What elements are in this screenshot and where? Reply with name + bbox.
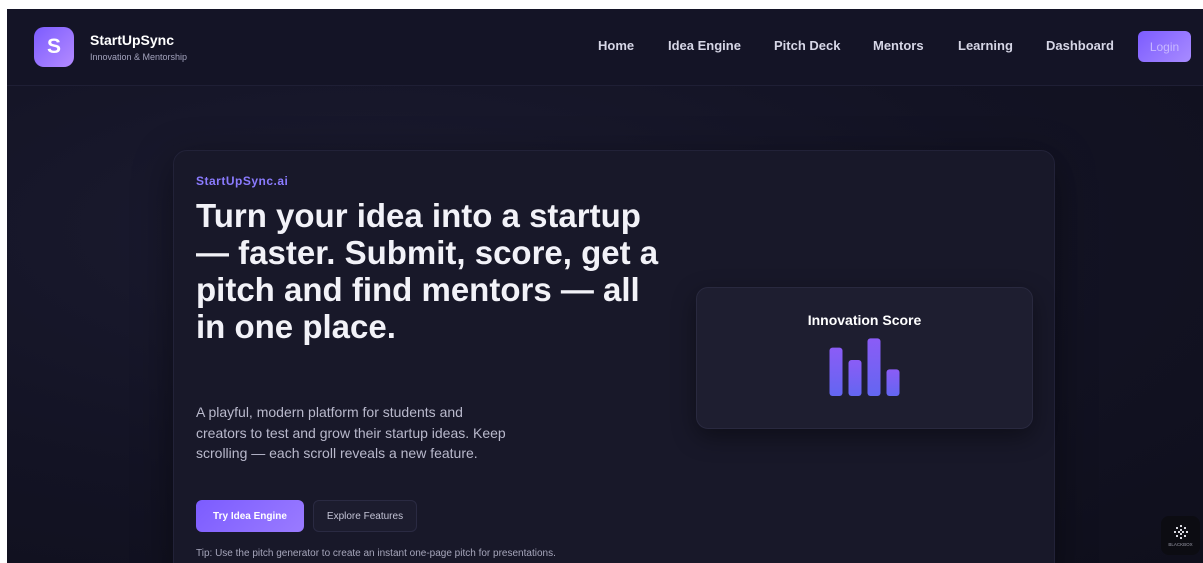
nav-dashboard[interactable]: Dashboard: [1046, 38, 1114, 53]
score-bar: [886, 369, 900, 396]
score-bar-chart: [829, 338, 900, 396]
hero-headline: Turn your idea into a startup — faster. …: [196, 197, 659, 345]
score-bar: [867, 338, 881, 396]
nav-idea-engine[interactable]: Idea Engine: [668, 38, 741, 53]
explore-features-button[interactable]: Explore Features: [313, 500, 417, 532]
top-navbar: S StartUpSync Innovation & Mentorship Ho…: [7, 9, 1203, 86]
login-button[interactable]: Login: [1138, 31, 1191, 62]
blackbox-logo-icon: [1173, 524, 1188, 539]
try-idea-engine-button[interactable]: Try Idea Engine: [196, 500, 304, 532]
blackbox-widget[interactable]: BLACKBOX: [1161, 516, 1200, 555]
main-nav: Home Idea Engine Pitch Deck Mentors Lear…: [7, 38, 1203, 58]
hero-tip: Tip: Use the pitch generator to create a…: [196, 548, 556, 559]
innovation-score-card: Innovation Score: [696, 287, 1033, 429]
hero-subtext: A playful, modern platform for students …: [196, 404, 506, 461]
score-bar: [829, 347, 843, 396]
app-viewport: S StartUpSync Innovation & Mentorship Ho…: [7, 9, 1203, 563]
score-bar: [848, 360, 862, 396]
nav-pitch-deck[interactable]: Pitch Deck: [774, 38, 840, 53]
nav-home[interactable]: Home: [598, 38, 634, 53]
score-title: Innovation Score: [807, 312, 922, 328]
hero-eyebrow: StartUpSync.ai: [196, 174, 289, 188]
blackbox-label: BLACKBOX: [1168, 541, 1193, 547]
nav-mentors[interactable]: Mentors: [873, 38, 924, 53]
hero-card: StartUpSync.ai Turn your idea into a sta…: [173, 150, 1055, 563]
nav-learning[interactable]: Learning: [958, 38, 1013, 53]
